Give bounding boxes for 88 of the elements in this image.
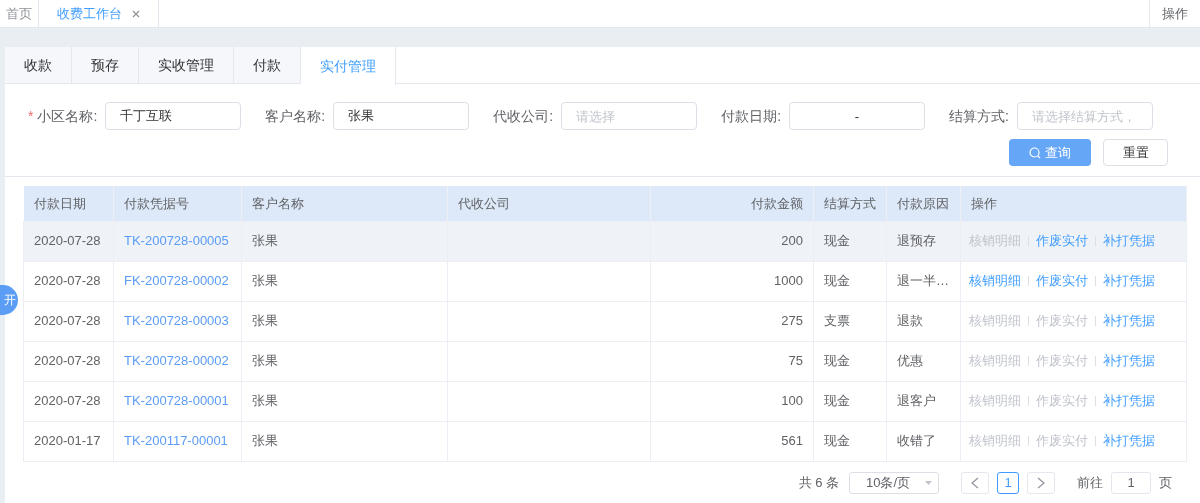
page-suffix: 页 — [1159, 473, 1172, 492]
prev-page-button[interactable] — [961, 471, 989, 494]
table-cell: 200 — [650, 221, 814, 261]
input-field[interactable]: 请选择 — [561, 102, 698, 130]
tab[interactable]: 实收管理 — [139, 47, 234, 83]
filter-label: 小区名称: — [37, 106, 98, 126]
page-size-select[interactable]: 10条/页 — [849, 471, 939, 494]
column-header: 代收公司 — [447, 186, 651, 221]
table-cell: 张果 — [241, 261, 448, 301]
tab[interactable]: 预存 — [72, 47, 139, 83]
table-cell: 现金 — [813, 221, 887, 261]
tab[interactable]: 收款 — [5, 47, 72, 83]
table-cell: 100 — [650, 381, 814, 421]
expand-toggle[interactable]: 开 — [0, 285, 18, 315]
action-link[interactable]: 作废实付 — [1036, 271, 1088, 291]
table-cell: 支票 — [813, 301, 887, 341]
table-cell: 张果 — [241, 221, 448, 261]
action-link[interactable]: 补打凭据 — [1103, 431, 1155, 451]
caret-icon — [925, 480, 932, 485]
table-cell: 561 — [650, 421, 814, 461]
table-cell: 2020-07-28 — [23, 381, 114, 421]
tab[interactable]: 实付管理 — [301, 47, 396, 85]
table-cell: 现金 — [813, 261, 887, 301]
table-cell: 张果 — [241, 421, 448, 461]
table-cell: 2020-07-28 — [23, 221, 114, 261]
column-header: 客户名称 — [241, 186, 448, 221]
action-link[interactable]: 作废实付 — [1036, 231, 1088, 251]
action-link[interactable]: 补打凭据 — [1103, 231, 1155, 251]
page-input[interactable]: 1 — [1111, 471, 1151, 494]
input-field[interactable]: 张果 — [333, 102, 470, 130]
column-header: 操作 — [960, 186, 1187, 221]
action-link[interactable]: 补打凭据 — [1103, 391, 1155, 411]
tab[interactable]: 付款 — [234, 47, 301, 83]
table-cell: 2020-01-17 — [23, 421, 114, 461]
table-cell: 2020-07-28 — [23, 301, 114, 341]
chevron-icon — [971, 476, 979, 489]
table-cell: 收错了 — [886, 421, 961, 461]
table-cell: 现金 — [813, 381, 887, 421]
table-cell: 2020-07-28 — [23, 341, 114, 381]
table-cell: 退一半… — [886, 261, 961, 301]
input-field[interactable]: 请选择结算方式， — [1016, 102, 1153, 130]
close-icon[interactable] — [132, 9, 140, 18]
reset-button[interactable]: 重置 — [1103, 139, 1168, 166]
column-header: 付款金额 — [650, 186, 814, 221]
table-cell: 张果 — [241, 381, 448, 421]
voucher-link[interactable]: TK-200728-00002 — [113, 341, 242, 381]
table-cell: 2020-07-28 — [23, 261, 114, 301]
voucher-link[interactable]: TK-200728-00001 — [113, 381, 242, 421]
table-cell: 现金 — [813, 341, 887, 381]
input-field[interactable]: 千丁互联 — [105, 102, 242, 130]
column-header: 结算方式 — [813, 186, 887, 221]
table-cell: 75 — [650, 341, 814, 381]
filter-label: 代收公司: — [493, 106, 554, 126]
required-mark: * — [28, 106, 34, 126]
page-tab[interactable]: 首页 — [0, 0, 39, 27]
table-cell: 张果 — [241, 301, 448, 341]
table-cell: 退客户 — [886, 381, 961, 421]
input-field[interactable]: - — [789, 102, 925, 130]
column-header: 付款凭据号 — [113, 186, 242, 221]
actions-menu[interactable]: 操作 — [1149, 0, 1200, 27]
page-tab[interactable]: 收费工作台 — [39, 0, 159, 27]
total-count: 共 6 条 — [798, 473, 839, 492]
table-cell: 1000 — [650, 261, 814, 301]
chevron-icon — [1037, 476, 1045, 489]
column-header: 付款原因 — [886, 186, 961, 221]
action-link[interactable]: 核销明细 — [969, 271, 1021, 291]
table-cell: 退款 — [886, 301, 961, 341]
table-cell: 275 — [650, 301, 814, 341]
page-number[interactable]: 1 — [997, 471, 1019, 494]
filter-label: 付款日期: — [721, 106, 781, 126]
table-cell: 优惠 — [886, 341, 961, 381]
column-header: 付款日期 — [23, 186, 114, 221]
voucher-link[interactable]: TK-200117-00001 — [113, 421, 242, 461]
search-button[interactable]: 查询 — [1009, 139, 1091, 166]
next-page-button[interactable] — [1027, 471, 1055, 494]
table-cell: 张果 — [241, 341, 448, 381]
search-icon — [1029, 146, 1041, 159]
action-link[interactable]: 补打凭据 — [1103, 311, 1155, 331]
goto-label: 前往 — [1077, 473, 1103, 492]
filter-label: 客户名称: — [265, 106, 326, 126]
voucher-link[interactable]: FK-200728-00002 — [113, 261, 242, 301]
action-link[interactable]: 补打凭据 — [1103, 271, 1155, 291]
action-link[interactable]: 补打凭据 — [1103, 351, 1155, 371]
table-cell: 退预存 — [886, 221, 961, 261]
voucher-link[interactable]: TK-200728-00005 — [113, 221, 242, 261]
voucher-link[interactable]: TK-200728-00003 — [113, 301, 242, 341]
filter-label: 结算方式: — [949, 106, 1009, 126]
table-cell: 现金 — [813, 421, 887, 461]
